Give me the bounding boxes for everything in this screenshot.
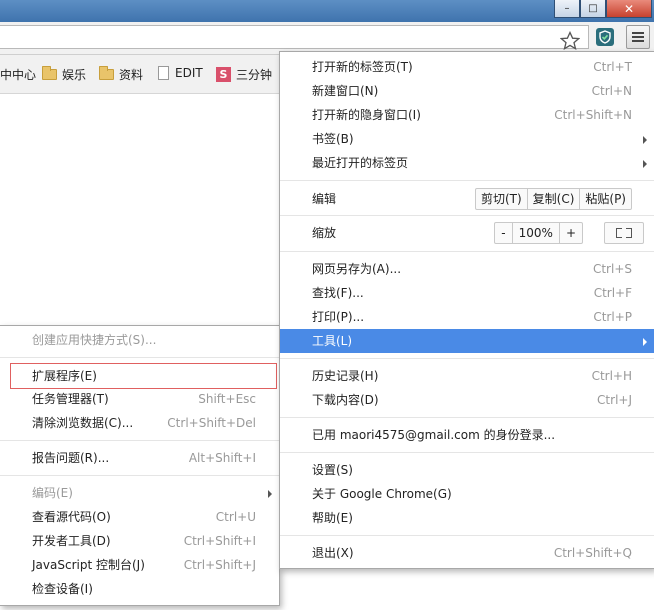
submenu-arrow-icon bbox=[643, 160, 647, 168]
menu-item-report-issue[interactable]: 报告问题(R)... Alt+Shift+I bbox=[0, 446, 279, 470]
bookmark-label: 娱乐 bbox=[62, 68, 87, 82]
bookmark-label: EDIT bbox=[175, 66, 203, 80]
cut-button[interactable]: 剪切(T) bbox=[476, 189, 528, 209]
menu-item-inspect-devices[interactable]: 检查设备(I) bbox=[0, 577, 279, 601]
bookmark-label: 中中心 bbox=[0, 68, 37, 82]
menu-item-downloads[interactable]: 下载内容(D) Ctrl+J bbox=[280, 388, 654, 412]
tools-submenu: 创建应用快捷方式(S)... 扩展程序(E) 任务管理器(T) Shift+Es… bbox=[0, 325, 280, 606]
menu-item-history[interactable]: 历史记录(H) Ctrl+H bbox=[280, 364, 654, 388]
menu-row-zoom: 缩放 - 100% + bbox=[280, 220, 654, 247]
menu-item-create-shortcut[interactable]: 创建应用快捷方式(S)... bbox=[0, 328, 279, 352]
page-icon bbox=[158, 66, 169, 80]
chrome-main-menu: 打开新的标签页(T) Ctrl+T 新建窗口(N) Ctrl+N 打开新的隐身窗… bbox=[279, 51, 654, 569]
menu-item-exit[interactable]: 退出(X) Ctrl+Shift+Q bbox=[280, 541, 654, 565]
folder-icon bbox=[42, 66, 57, 80]
menu-item-dev-tools[interactable]: 开发者工具(D) Ctrl+Shift+I bbox=[0, 529, 279, 553]
bookmark-label: 三分钟 bbox=[236, 68, 273, 82]
menu-item-save-as[interactable]: 网页另存为(A)... Ctrl+S bbox=[280, 257, 654, 281]
close-icon: ✕ bbox=[623, 1, 635, 16]
fullscreen-icon[interactable] bbox=[604, 222, 644, 244]
bookmark-item[interactable]: EDIT bbox=[158, 66, 203, 80]
menu-item-new-window[interactable]: 新建窗口(N) Ctrl+N bbox=[280, 79, 654, 103]
minimize-button[interactable]: – bbox=[554, 0, 580, 18]
window-titlebar: – □ ✕ bbox=[0, 0, 654, 22]
window-controls: – □ ✕ bbox=[554, 0, 652, 18]
menu-item-find[interactable]: 查找(F)... Ctrl+F bbox=[280, 281, 654, 305]
edit-button-group: 剪切(T) 复制(C) 粘贴(P) bbox=[474, 188, 632, 210]
submenu-arrow-icon bbox=[643, 136, 647, 144]
menu-separator bbox=[280, 452, 654, 453]
zoom-control-group: - 100% + bbox=[494, 222, 583, 244]
menu-item-print[interactable]: 打印(P)... Ctrl+P bbox=[280, 305, 654, 329]
bookmark-label: 资料 bbox=[119, 68, 144, 82]
menu-item-tools[interactable]: 工具(L) bbox=[280, 329, 654, 353]
zoom-level: 100% bbox=[513, 223, 560, 243]
paste-button[interactable]: 粘贴(P) bbox=[580, 189, 631, 209]
submenu-arrow-icon bbox=[268, 490, 272, 498]
submenu-arrow-icon bbox=[643, 338, 647, 346]
hamburger-icon-line bbox=[632, 36, 644, 38]
menu-item-recent-tabs[interactable]: 最近打开的标签页 bbox=[280, 151, 654, 175]
maximize-icon: □ bbox=[588, 3, 598, 14]
menu-separator bbox=[280, 180, 654, 181]
hamburger-icon-line bbox=[632, 32, 644, 34]
extension-shield-icon[interactable] bbox=[596, 28, 614, 46]
folder-icon bbox=[99, 66, 114, 80]
zoom-in-button[interactable]: + bbox=[560, 223, 582, 243]
menu-item-view-source[interactable]: 查看源代码(O) Ctrl+U bbox=[0, 505, 279, 529]
menu-item-extensions[interactable]: 扩展程序(E) bbox=[0, 364, 279, 388]
menu-item-new-tab[interactable]: 打开新的标签页(T) Ctrl+T bbox=[280, 55, 654, 79]
menu-item-signed-in[interactable]: 已用 maori4575@gmail.com 的身份登录... bbox=[280, 423, 654, 447]
chrome-menu-button[interactable] bbox=[626, 25, 650, 49]
bookmark-item[interactable]: S 三分钟 bbox=[216, 66, 272, 83]
s-icon: S bbox=[216, 67, 231, 82]
close-window-button[interactable]: ✕ bbox=[606, 0, 652, 18]
bookmark-folder[interactable]: 娱乐 bbox=[42, 66, 86, 83]
bookmark-star-icon[interactable] bbox=[560, 31, 580, 51]
menu-item-bookmarks[interactable]: 书签(B) bbox=[280, 127, 654, 151]
menu-separator bbox=[0, 357, 279, 358]
bookmark-folder[interactable]: 资料 bbox=[99, 66, 143, 83]
menu-row-edit: 编辑 剪切(T) 复制(C) 粘贴(P) bbox=[280, 186, 654, 213]
menu-separator bbox=[280, 358, 654, 359]
menu-separator bbox=[0, 440, 279, 441]
menu-item-clear-data[interactable]: 清除浏览数据(C)... Ctrl+Shift+Del bbox=[0, 411, 279, 435]
menu-separator bbox=[280, 251, 654, 252]
menu-separator bbox=[280, 417, 654, 418]
bookmark-item[interactable]: 中中心 bbox=[0, 66, 36, 83]
menu-item-task-manager[interactable]: 任务管理器(T) Shift+Esc bbox=[0, 387, 279, 411]
menu-item-help[interactable]: 帮助(E) bbox=[280, 506, 654, 530]
menu-separator bbox=[280, 215, 654, 216]
menu-separator bbox=[280, 535, 654, 536]
menu-item-incognito[interactable]: 打开新的隐身窗口(I) Ctrl+Shift+N bbox=[280, 103, 654, 127]
address-bar[interactable] bbox=[0, 25, 589, 51]
copy-button[interactable]: 复制(C) bbox=[528, 189, 581, 209]
minimize-icon: – bbox=[564, 3, 570, 14]
menu-separator bbox=[0, 475, 279, 476]
menu-item-about[interactable]: 关于 Google Chrome(G) bbox=[280, 482, 654, 506]
menu-item-encoding[interactable]: 编码(E) bbox=[0, 481, 279, 505]
menu-item-settings[interactable]: 设置(S) bbox=[280, 458, 654, 482]
zoom-out-button[interactable]: - bbox=[495, 223, 513, 243]
hamburger-icon-line bbox=[632, 40, 644, 42]
menu-item-js-console[interactable]: JavaScript 控制台(J) Ctrl+Shift+J bbox=[0, 553, 279, 577]
maximize-button[interactable]: □ bbox=[580, 0, 606, 18]
